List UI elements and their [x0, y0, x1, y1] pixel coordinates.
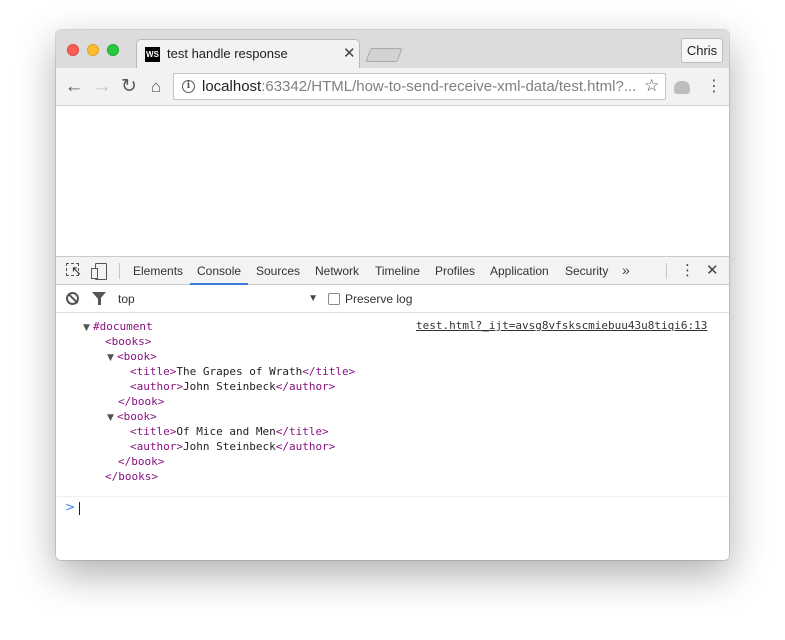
tab-security[interactable]: Security — [565, 257, 608, 285]
divider — [56, 496, 729, 497]
tab-strip: WS test handle response ✕ Chris — [56, 30, 729, 69]
console-filter-bar: top ▼ Preserve log — [56, 285, 729, 313]
home-icon[interactable]: ⌂ — [145, 76, 167, 98]
expand-triangle-icon[interactable]: ▼ — [107, 351, 117, 366]
expand-triangle-icon[interactable]: ▼ — [83, 321, 93, 336]
devtools-close-icon[interactable]: ✕ — [706, 257, 719, 285]
devtools-tabbar: Elements Console Sources Network Timelin… — [56, 257, 729, 285]
clear-console-icon[interactable] — [66, 292, 79, 305]
tab-network[interactable]: Network — [315, 257, 359, 285]
devtools-menu-icon[interactable]: ⋮ — [680, 257, 695, 285]
new-tab-button[interactable] — [365, 48, 403, 62]
webstorm-favicon-icon: WS — [145, 47, 160, 62]
browser-window: WS test handle response ✕ Chris ← → ↻ ⌂ … — [56, 30, 729, 560]
source-link[interactable]: test.html?_ijt=avsg8vfskscmiebuu43u8tiqi… — [416, 319, 707, 332]
minimize-window-button[interactable] — [87, 44, 99, 56]
page-content — [56, 107, 729, 256]
console-input[interactable] — [79, 502, 80, 515]
preserve-log-toggle[interactable]: Preserve log — [328, 291, 412, 307]
url-path: :63342/HTML/how-to-send-receive-xml-data… — [261, 78, 637, 95]
dropdown-arrow-icon: ▼ — [308, 293, 318, 304]
context-value: top — [118, 292, 135, 306]
tree-node[interactable]: </book> — [118, 454, 164, 469]
tree-node[interactable]: ▼ <book> — [107, 409, 157, 424]
tree-node[interactable]: </books> — [105, 469, 158, 484]
browser-tab[interactable]: WS test handle response ✕ — [136, 39, 360, 69]
divider — [666, 263, 667, 279]
tab-close-icon[interactable]: ✕ — [343, 44, 356, 62]
tree-node[interactable]: ▼ <book> — [107, 349, 157, 364]
browser-toolbar: ← → ↻ ⌂ i localhost:63342/HTML/how-to-se… — [56, 68, 729, 106]
tree-node[interactable]: </book> — [118, 394, 164, 409]
info-icon[interactable]: i — [182, 80, 195, 93]
context-selector[interactable]: top ▼ — [118, 290, 318, 308]
close-window-button[interactable] — [67, 44, 79, 56]
forward-icon[interactable]: → — [91, 76, 113, 98]
tab-application[interactable]: Application — [490, 257, 549, 285]
tree-node[interactable]: <author>John Steinbeck</author> — [130, 379, 335, 394]
tree-node[interactable]: ▼ #document — [83, 319, 153, 334]
divider — [119, 263, 120, 279]
filter-icon[interactable] — [92, 292, 106, 305]
menu-icon[interactable]: ⋮ — [706, 76, 722, 98]
tab-timeline[interactable]: Timeline — [375, 257, 420, 285]
prompt-icon: > — [65, 500, 76, 514]
tab-title: test handle response — [167, 46, 288, 61]
address-bar[interactable]: i localhost:63342/HTML/how-to-send-recei… — [173, 73, 666, 100]
devtools-panel: Elements Console Sources Network Timelin… — [56, 256, 729, 560]
preserve-log-checkbox[interactable] — [328, 293, 340, 305]
expand-triangle-icon[interactable]: ▼ — [107, 411, 117, 426]
back-icon[interactable]: ← — [63, 76, 85, 98]
star-icon[interactable]: ☆ — [644, 76, 659, 96]
profile-button[interactable]: Chris — [681, 38, 723, 63]
inspect-element-icon[interactable] — [66, 263, 82, 279]
preserve-log-label: Preserve log — [345, 292, 413, 306]
tree-node[interactable]: <title>Of Mice and Men</title> — [130, 424, 329, 439]
tree-node[interactable]: <books> — [105, 334, 151, 349]
tab-elements[interactable]: Elements — [133, 257, 183, 285]
url-text: localhost:63342/HTML/how-to-send-receive… — [202, 78, 636, 95]
device-toolbar-icon[interactable] — [91, 263, 107, 280]
tree-node[interactable]: <title>The Grapes of Wrath</title> — [130, 364, 355, 379]
console-output: test.html?_ijt=avsg8vfskscmiebuu43u8tiqi… — [56, 314, 729, 560]
zoom-window-button[interactable] — [107, 44, 119, 56]
reload-icon[interactable]: ↻ — [118, 76, 140, 98]
tab-sources[interactable]: Sources — [256, 257, 300, 285]
tab-console[interactable]: Console — [189, 257, 249, 285]
more-tabs-icon[interactable]: » — [622, 257, 630, 285]
tab-profiles[interactable]: Profiles — [435, 257, 475, 285]
tree-node[interactable]: <author>John Steinbeck</author> — [130, 439, 335, 454]
extension-icon[interactable] — [674, 81, 690, 94]
url-host: localhost — [202, 78, 262, 95]
